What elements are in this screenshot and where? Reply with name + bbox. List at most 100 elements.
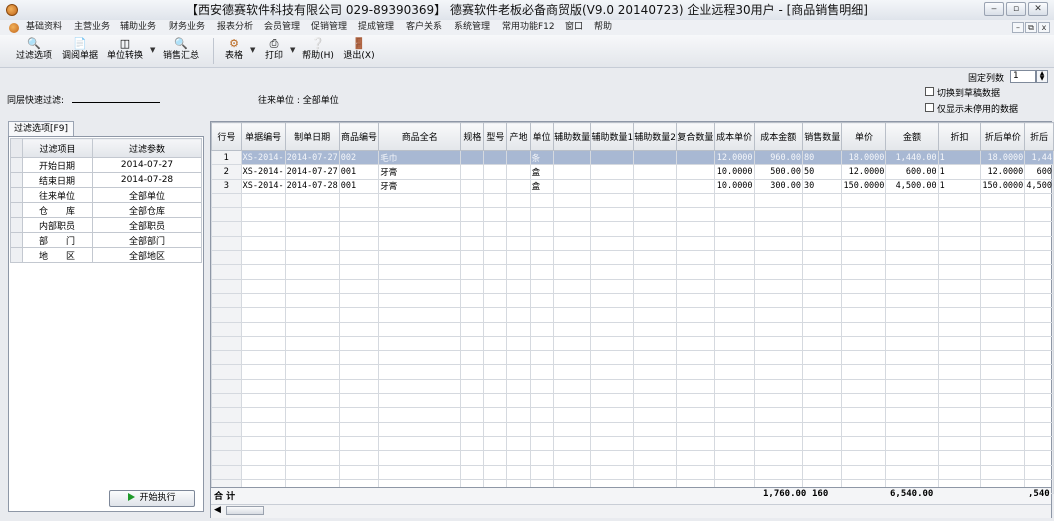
table-cell[interactable]	[506, 250, 531, 266]
table-cell[interactable]: XS-2014-	[240, 178, 286, 194]
table-cell[interactable]	[675, 178, 715, 194]
table-cell[interactable]	[506, 435, 531, 452]
table-cell[interactable]	[338, 450, 380, 466]
table-cell[interactable]	[590, 221, 635, 237]
menu-common-functions[interactable]: 常用功能F12	[502, 21, 555, 34]
table-cell[interactable]	[590, 335, 635, 352]
row-number-cell[interactable]	[211, 292, 242, 309]
table-cell[interactable]	[885, 207, 939, 223]
table-cell[interactable]	[590, 307, 635, 323]
table-cell[interactable]	[529, 250, 554, 266]
table-cell[interactable]	[529, 378, 554, 395]
table-cell[interactable]	[240, 350, 286, 366]
table-cell[interactable]	[675, 221, 715, 237]
print-button[interactable]: ⎙ 打印	[262, 37, 286, 65]
table-cell[interactable]	[980, 464, 1026, 480]
fixed-columns-spinner[interactable]: ▲ ▼	[1036, 70, 1048, 83]
table-cell[interactable]	[841, 292, 887, 309]
table-row-empty[interactable]	[211, 292, 1054, 309]
table-cell[interactable]	[378, 321, 462, 337]
table-row[interactable]: 3 XS-2014- 2014-07-28 001 牙膏 盒 10.0000 300.00 30…	[211, 178, 1054, 194]
table-cell[interactable]	[802, 278, 843, 294]
table-cell[interactable]	[460, 164, 485, 180]
table-cell[interactable]: XS-2014-	[240, 149, 286, 166]
table-cell[interactable]	[240, 207, 286, 223]
table-cell[interactable]	[841, 235, 887, 252]
table-cell[interactable]	[753, 264, 804, 280]
table-cell[interactable]	[552, 307, 592, 323]
table-cell[interactable]	[633, 235, 677, 252]
table-cell[interactable]	[552, 149, 592, 166]
table-cell[interactable]	[802, 207, 843, 223]
table-cell[interactable]	[675, 335, 715, 352]
table-cell[interactable]: 毛巾	[378, 149, 462, 166]
table-row-empty[interactable]	[211, 421, 1054, 437]
table-cell[interactable]	[1024, 207, 1054, 223]
table-cell[interactable]	[885, 307, 939, 323]
table-cell[interactable]	[460, 292, 485, 309]
table-cell[interactable]	[529, 292, 554, 309]
table-cell[interactable]	[633, 450, 677, 466]
row-number-cell[interactable]	[211, 364, 242, 380]
table-cell[interactable]	[633, 192, 677, 209]
table-cell[interactable]	[633, 264, 677, 280]
table-cell[interactable]	[240, 192, 286, 209]
table-cell[interactable]: 1	[937, 149, 982, 166]
table-cell[interactable]: 18.0000	[980, 149, 1026, 166]
table-cell[interactable]	[802, 421, 843, 437]
table-row-empty[interactable]	[211, 435, 1054, 452]
table-cell[interactable]	[937, 393, 982, 409]
table-cell[interactable]	[937, 192, 982, 209]
table-cell[interactable]	[483, 278, 508, 294]
table-cell[interactable]	[753, 207, 804, 223]
table-cell[interactable]	[240, 278, 286, 294]
table-cell[interactable]	[552, 350, 592, 366]
table-cell[interactable]	[284, 264, 340, 280]
table-cell[interactable]	[713, 221, 755, 237]
table-cell[interactable]	[483, 378, 508, 395]
table-cell[interactable]	[713, 335, 755, 352]
table-cell[interactable]	[483, 235, 508, 252]
table-row-empty[interactable]	[211, 335, 1054, 352]
table-cell[interactable]	[937, 235, 982, 252]
table-cell[interactable]	[1024, 192, 1054, 209]
table-cell[interactable]	[529, 278, 554, 294]
table-cell[interactable]	[980, 264, 1026, 280]
table-cell[interactable]	[713, 321, 755, 337]
table-cell[interactable]	[378, 464, 462, 480]
mdi-close-button[interactable]: x	[1038, 22, 1050, 33]
table-cell[interactable]	[753, 321, 804, 337]
table-cell[interactable]	[460, 364, 485, 380]
table-cell[interactable]	[483, 264, 508, 280]
table-cell[interactable]	[633, 378, 677, 395]
table-cell[interactable]	[980, 321, 1026, 337]
table-cell[interactable]	[841, 350, 887, 366]
table-cell[interactable]: 80	[802, 149, 843, 166]
table-cell[interactable]	[378, 264, 462, 280]
table-cell[interactable]	[284, 307, 340, 323]
table-cell[interactable]	[590, 321, 635, 337]
table-cell[interactable]	[802, 264, 843, 280]
table-cell[interactable]	[713, 407, 755, 423]
table-cell[interactable]	[937, 407, 982, 423]
table-cell[interactable]	[802, 192, 843, 209]
table-cell[interactable]	[675, 350, 715, 366]
table-cell[interactable]	[483, 407, 508, 423]
table-cell[interactable]	[338, 292, 380, 309]
table-cell[interactable]	[240, 407, 286, 423]
table-cell[interactable]	[841, 250, 887, 266]
table-cell[interactable]	[841, 364, 887, 380]
table-cell[interactable]	[802, 335, 843, 352]
table-cell[interactable]	[529, 393, 554, 409]
table-cell[interactable]	[675, 164, 715, 180]
table-cell[interactable]	[713, 192, 755, 209]
table-cell[interactable]: 500.00	[753, 164, 804, 180]
table-cell[interactable]	[483, 450, 508, 466]
table-cell[interactable]	[753, 393, 804, 409]
table-cell[interactable]	[980, 450, 1026, 466]
table-row-empty[interactable]	[211, 321, 1054, 337]
table-cell[interactable]	[529, 435, 554, 452]
table-cell[interactable]: 4,500.00	[885, 178, 939, 194]
table-cell[interactable]	[590, 378, 635, 395]
table-cell[interactable]	[483, 393, 508, 409]
